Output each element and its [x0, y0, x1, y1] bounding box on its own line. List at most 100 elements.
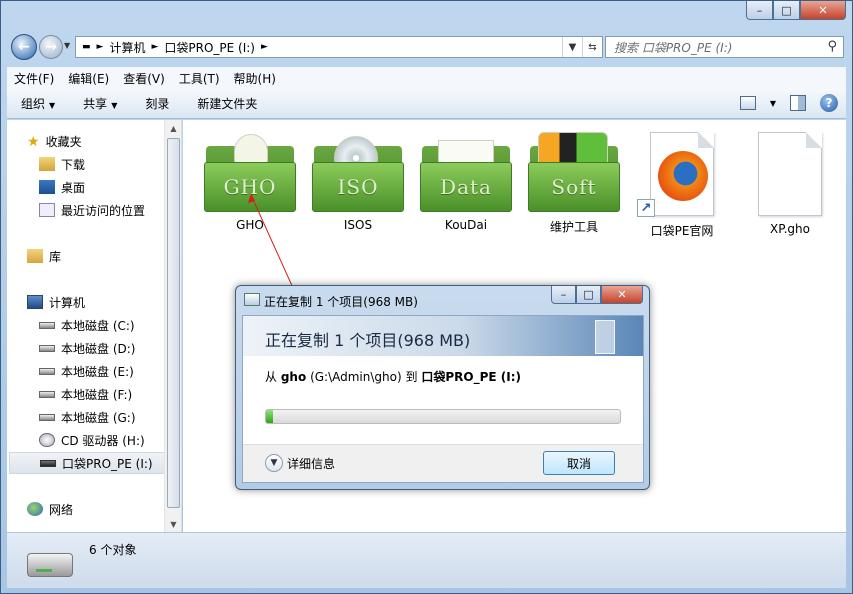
recent-places-icon [39, 203, 55, 217]
back-button[interactable]: ← [11, 34, 37, 60]
breadcrumb-computer[interactable]: 计算机 [109, 39, 145, 56]
breadcrumb-separator-icon[interactable]: ► [261, 42, 268, 52]
file-name: 口袋PE官网 [650, 224, 714, 238]
details-pane: 6 个对象 [7, 532, 846, 588]
file-item-xp-gho[interactable]: XP.gho [740, 132, 840, 236]
nav-drive-e-label: 本地磁盘 (E:) [61, 364, 134, 379]
from-label: 从 [265, 370, 278, 384]
dialog-maximize-button[interactable]: □ [576, 286, 601, 304]
nav-recent-label: 最近访问的位置 [61, 203, 146, 218]
dialog-minimize-button[interactable]: – [551, 286, 576, 304]
hard-drive-icon [39, 390, 55, 398]
copy-icon [244, 293, 260, 306]
menu-help[interactable]: 帮助(H) [227, 70, 283, 87]
dialog-banner: 正在复制 1 个项目(968 MB) [243, 316, 643, 356]
hard-drive-icon [39, 367, 55, 375]
burn-button[interactable]: 刻录 [131, 95, 183, 112]
dialog-caption-buttons: – □ ✕ [551, 286, 643, 304]
file-item-tools[interactable]: Soft 维护工具 [524, 132, 624, 235]
nav-drive-d-label: 本地磁盘 (D:) [61, 341, 136, 356]
navigation-pane: ★ 收藏夹 下载 桌面 最近访问的位置 库 计算机 本地磁盘 (C:) 本地磁盘… [7, 120, 182, 532]
destination-name[interactable]: 口袋PRO_PE (I:) [421, 370, 521, 384]
file-item-website[interactable]: ↗ 口袋PE官网 [632, 132, 732, 239]
star-icon: ★ [27, 134, 40, 150]
new-folder-button[interactable]: 新建文件夹 [183, 95, 271, 112]
view-dropdown-icon[interactable]: ▼ [770, 99, 776, 108]
folder-icon: Soft [528, 132, 620, 212]
document-graphic-icon [595, 320, 615, 354]
menu-file[interactable]: 文件(F) [7, 70, 61, 87]
source-name[interactable]: gho [281, 370, 306, 384]
organize-button[interactable]: 组织 ▼ [7, 95, 69, 112]
nav-drive-i-label: 口袋PRO_PE (I:) [62, 456, 153, 471]
change-view-icon[interactable] [739, 96, 756, 110]
source-path: (G:\Admin\gho) [310, 370, 402, 384]
downloads-folder-icon [39, 157, 55, 171]
copy-progress-bar [265, 409, 621, 424]
network-icon [27, 502, 43, 516]
menu-bar: 文件(F) 编辑(E) 查看(V) 工具(T) 帮助(H) [7, 67, 846, 89]
scroll-down-icon[interactable]: ▼ [165, 516, 182, 532]
scroll-up-icon[interactable]: ▲ [165, 120, 182, 136]
nav-libraries[interactable]: 库 [27, 245, 185, 267]
hard-drive-icon [39, 321, 55, 329]
refresh-icon[interactable]: ⇆ [582, 37, 602, 57]
menu-view[interactable]: 查看(V) [116, 70, 172, 87]
dialog-close-button[interactable]: ✕ [601, 286, 643, 304]
usb-drive-icon [40, 459, 56, 467]
more-details-toggle[interactable]: ▼ 详细信息 [265, 454, 335, 472]
close-button[interactable]: ✕ [800, 1, 846, 20]
forward-button[interactable]: → [39, 35, 63, 59]
address-field[interactable]: ▬ ► 计算机 ► 口袋PRO_PE (I:) ► ▼ ⇆ [75, 36, 603, 58]
to-label: 到 [405, 370, 418, 384]
file-name: XP.gho [770, 222, 810, 236]
copy-progress-dialog: 正在复制 1 个项目(968 MB) – □ ✕ 正在复制 1 个项目(968 … [235, 285, 650, 490]
file-item-isos[interactable]: ISO ISOS [308, 132, 408, 232]
breadcrumb-drive[interactable]: 口袋PRO_PE (I:) [164, 39, 255, 56]
file-name: 维护工具 [549, 220, 598, 234]
breadcrumb-separator-icon[interactable]: ► [151, 42, 158, 52]
search-icon[interactable]: ⚲ [827, 39, 837, 54]
cd-drive-icon [39, 433, 55, 447]
hard-drive-icon [39, 413, 55, 421]
nav-scrollbar[interactable]: ▲ ▼ [164, 120, 181, 532]
nav-network[interactable]: 网络 [27, 498, 185, 520]
preview-pane-icon[interactable] [790, 95, 806, 111]
firefox-shortcut-icon: ↗ [637, 132, 714, 217]
minimize-button[interactable]: – [746, 1, 773, 20]
firefox-icon [658, 151, 708, 201]
chevron-down-icon: ▼ [265, 454, 283, 472]
organize-label: 组织 [21, 97, 46, 111]
more-details-label: 详细信息 [287, 456, 336, 471]
breadcrumb-separator-icon[interactable]: ► [97, 42, 104, 52]
usb-drive-large-icon [27, 553, 73, 577]
share-label: 共享 [83, 97, 108, 111]
nav-drive-f-label: 本地磁盘 (F:) [61, 387, 133, 402]
caption-buttons: – □ ✕ [746, 1, 846, 20]
menu-tools[interactable]: 工具(T) [172, 70, 227, 87]
nav-drive-i[interactable]: 口袋PRO_PE (I:) [9, 452, 167, 474]
share-button[interactable]: 共享 ▼ [69, 95, 131, 112]
recent-pages-dropdown[interactable]: ▼ [64, 41, 70, 50]
dialog-title: 正在复制 1 个项目(968 MB) [264, 295, 418, 309]
file-item-gho[interactable]: GHO GHO [200, 132, 300, 232]
copy-source-line: 从 gho (G:\Admin\gho) 到 口袋PRO_PE (I:) [265, 368, 521, 385]
nav-favorites[interactable]: ★ 收藏夹 [27, 130, 185, 152]
folder-icon: ISO [312, 132, 404, 212]
cancel-button[interactable]: 取消 [543, 451, 615, 475]
maximize-button[interactable]: □ [773, 1, 800, 20]
nav-drive-c-label: 本地磁盘 (C:) [61, 318, 135, 333]
dialog-banner-text: 正在复制 1 个项目(968 MB) [265, 331, 471, 350]
help-icon[interactable]: ? [820, 94, 838, 112]
nav-favorites-label: 收藏夹 [45, 134, 82, 149]
nav-computer[interactable]: 计算机 [27, 291, 185, 313]
chevron-down-icon: ▼ [49, 101, 56, 110]
nav-libraries-label: 库 [49, 249, 62, 264]
search-input[interactable]: 搜索 口袋PRO_PE (I:) ⚲ [605, 36, 844, 58]
file-name: KouDai [444, 218, 488, 232]
address-dropdown-icon[interactable]: ▼ [562, 37, 582, 57]
scroll-thumb[interactable] [167, 138, 180, 508]
file-item-koudai[interactable]: Data KouDai [416, 132, 516, 232]
menu-edit[interactable]: 编辑(E) [61, 70, 116, 87]
nav-drive-g-label: 本地磁盘 (G:) [61, 410, 136, 425]
